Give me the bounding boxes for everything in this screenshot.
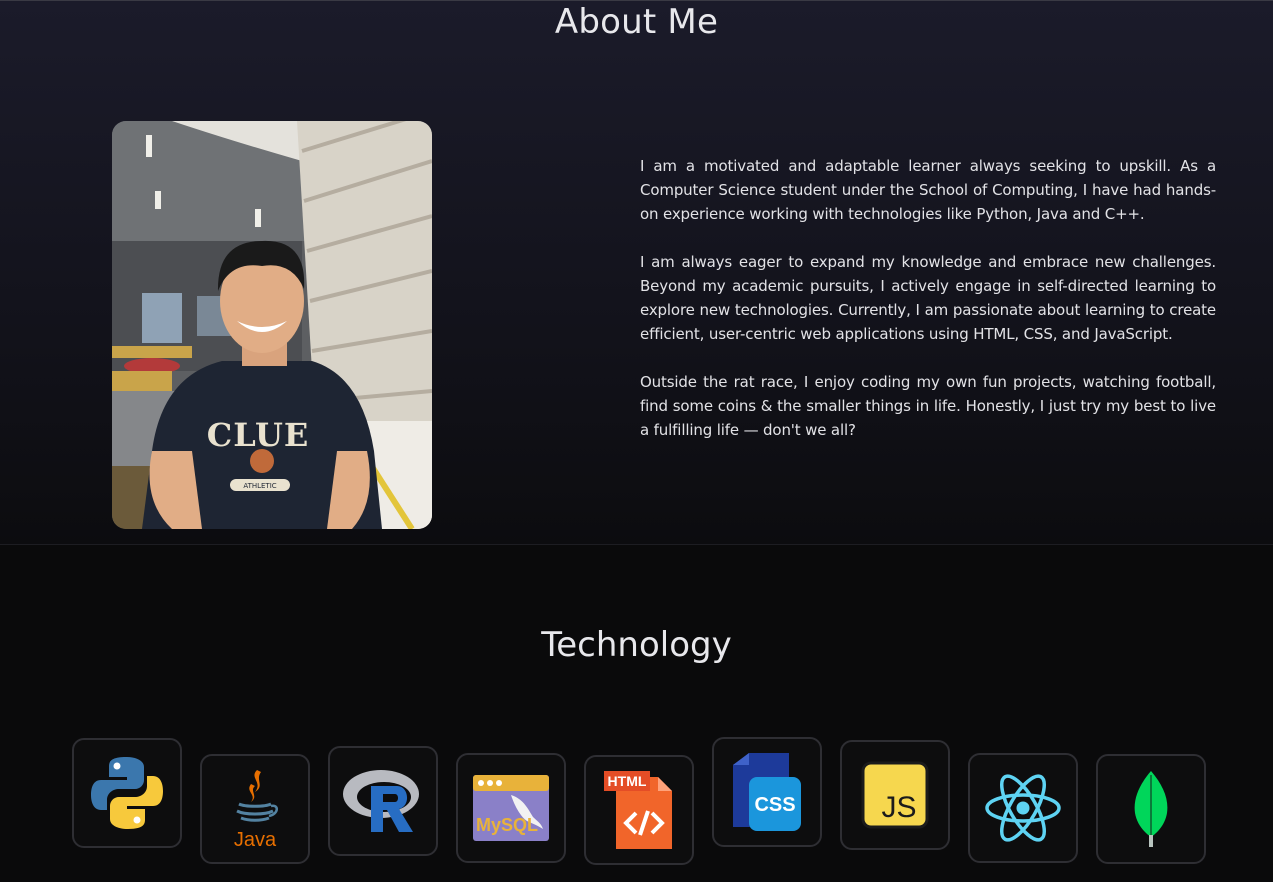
about-title: About Me (554, 2, 719, 42)
css-label: CSS (754, 794, 795, 816)
javascript-icon: JS (861, 761, 929, 829)
html-label: HTML (608, 773, 647, 789)
shirt-print: CLUE (207, 416, 310, 454)
tech-tile-css[interactable]: CSS (712, 737, 822, 847)
tech-tile-mysql[interactable]: MySQL (456, 753, 566, 863)
tech-tile-react[interactable] (968, 753, 1078, 863)
shirt-print-sub: ATHLETIC (243, 482, 276, 490)
java-icon: Java (234, 770, 278, 851)
r-icon: R (341, 766, 419, 832)
js-label: JS (881, 791, 916, 824)
html-icon: HTML (604, 771, 672, 849)
bio-paragraph-2: I am always eager to expand my knowledge… (640, 253, 1216, 343)
tech-tile-mongodb[interactable] (1096, 754, 1206, 864)
mysql-icon: MySQL (473, 775, 549, 841)
r-label: R (341, 766, 342, 767)
profile-photo: CLUE ATHLETIC (112, 121, 432, 529)
about-section: About Me CLUE ATHLETIC I am a motivated … (0, 0, 1273, 545)
tech-tile-r[interactable]: R (328, 746, 438, 856)
react-icon (985, 774, 1061, 842)
technology-title: Technology (541, 625, 732, 665)
bio-text: I am a motivated and adaptable learner a… (640, 154, 1216, 466)
tech-tile-html[interactable]: HTML (584, 755, 694, 865)
bio-paragraph-1: I am a motivated and adaptable learner a… (640, 157, 1216, 223)
css-icon: CSS (733, 753, 801, 831)
mysql-label: MySQL (476, 815, 538, 835)
java-label: Java (234, 829, 277, 851)
mongodb-icon (1134, 771, 1168, 847)
tech-tile-java[interactable]: Java (200, 754, 310, 864)
tech-tile-javascript[interactable]: JS (840, 740, 950, 850)
tech-tile-python[interactable] (72, 738, 182, 848)
bio-paragraph-3: Outside the rat race, I enjoy coding my … (640, 373, 1216, 439)
python-icon (91, 757, 163, 829)
